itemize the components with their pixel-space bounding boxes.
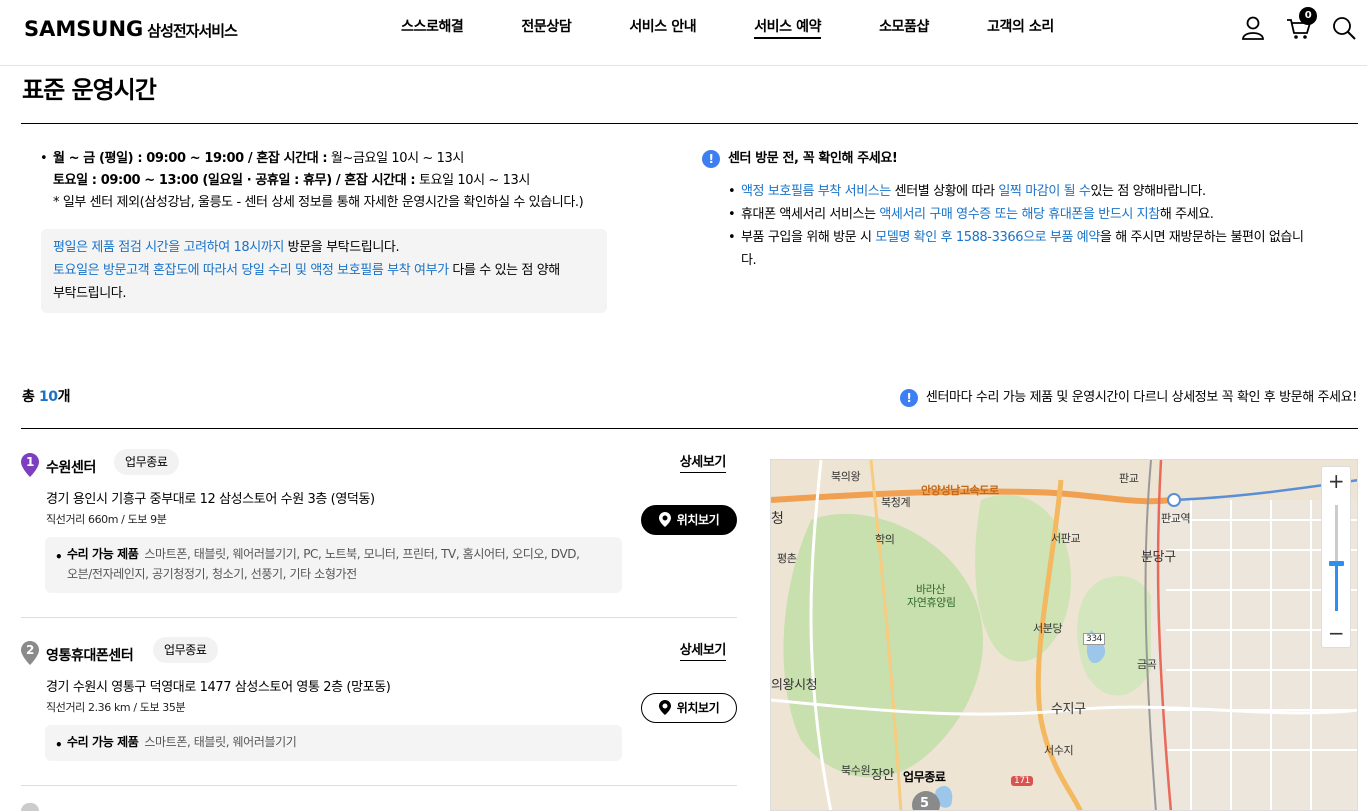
logo-subtitle: 삼성전자서비스 bbox=[147, 22, 238, 40]
visit-notice: !센터 방문 전, 꼭 확인해 주세요! 액정 보호필름 부착 서비스는 센터별… bbox=[702, 148, 1342, 272]
map-label: 서분당 bbox=[1033, 622, 1063, 635]
list-divider bbox=[21, 428, 1358, 429]
map-label: 북수원 bbox=[841, 764, 871, 777]
result-count: 총 10개 bbox=[22, 389, 71, 405]
user-icon[interactable] bbox=[1239, 14, 1267, 42]
nav-item-consult[interactable]: 전문상담 bbox=[492, 17, 600, 39]
center-name[interactable]: 수원센터 bbox=[46, 457, 96, 477]
note-highlight: 토요일은 방문고객 혼잡도에 따라서 당일 수리 및 액정 보호필름 부착 여부… bbox=[53, 263, 449, 278]
zoom-control: + − bbox=[1321, 466, 1351, 648]
hours-saturday: 토요일 : 09:00 ~ 13:00 (일요일 · 공휴일 : 휴무) / 혼… bbox=[53, 173, 530, 188]
hours-note-box: 평일은 제품 점검 시간을 고려하여 18시까지 방문을 부탁드립니다. 토요일… bbox=[41, 229, 607, 313]
center-item-1[interactable]: 1 수원센터 업무종료 상세보기 경기 용인시 기흥구 중부대로 12 삼성스토… bbox=[21, 449, 737, 603]
locate-button[interactable]: 위치보기 bbox=[641, 693, 737, 723]
status-badge: 업무종료 bbox=[153, 637, 218, 663]
location-pin-icon bbox=[658, 700, 671, 715]
row-divider bbox=[21, 785, 737, 786]
notice-title: ! 센터 방문 전, 꼭 확인해 주세요! bbox=[702, 148, 1342, 170]
map-label: 금곡 bbox=[1137, 658, 1157, 671]
map-view[interactable]: 북의왕 북청계 청 학의 평촌 안양성남고속도로 판교 판교역 서판교 분당구 … bbox=[770, 459, 1358, 811]
map-label: 평촌 bbox=[777, 552, 797, 565]
map-label: 171 bbox=[1011, 776, 1033, 786]
hours-weekday: 월 ~ 금 (평일) : 09:00 ~ 19:00 / 혼잡 시간대 : 월~… bbox=[53, 151, 464, 166]
center-address: 경기 용인시 기흥구 중부대로 12 삼성스토어 수원 3층 (영덕동) bbox=[46, 492, 375, 507]
center-item-2[interactable]: 2 영통휴대폰센터 업무종료 상세보기 경기 수원시 영통구 덕영대로 1477… bbox=[21, 637, 737, 771]
nav-item-self-solve[interactable]: 스스로해결 bbox=[372, 17, 492, 39]
zoom-level-fill bbox=[1335, 563, 1338, 611]
bullet: • bbox=[40, 151, 48, 166]
map-label: 334 bbox=[1083, 633, 1105, 645]
zoom-out-button[interactable]: − bbox=[1322, 621, 1350, 645]
map-label: 서수지 bbox=[1044, 744, 1074, 757]
search-icon[interactable] bbox=[1330, 14, 1358, 42]
center-name[interactable]: 영통휴대폰센터 bbox=[46, 645, 134, 665]
zoom-in-button[interactable]: + bbox=[1322, 469, 1350, 493]
map-label: 학의 bbox=[875, 533, 895, 546]
locate-button[interactable]: 위치보기 bbox=[641, 505, 737, 535]
location-pin-icon bbox=[658, 512, 671, 527]
map-pin-icon: 1 bbox=[21, 453, 39, 477]
map-label: 북의왕 bbox=[831, 470, 861, 483]
nav-item-supplies-shop[interactable]: 소모품샵 bbox=[850, 17, 958, 39]
map-label: 서판교 bbox=[1051, 532, 1081, 545]
notice-item: 휴대폰 액세서리 서비스는 액세서리 구매 영수증 또는 해당 휴대폰을 반드시… bbox=[728, 203, 1342, 226]
map-label: 북청계 bbox=[881, 496, 911, 509]
map-label: 청 bbox=[771, 511, 784, 527]
map-marker-status: 업무종료 bbox=[903, 770, 946, 784]
note-text: 다를 수 있는 점 양해 bbox=[448, 263, 560, 278]
map-label: 판교 bbox=[1119, 472, 1139, 485]
hours-exception-note: * 일부 센터 제외(삼성강남, 울릉도 - 센터 상세 정보를 통해 자세한 … bbox=[53, 195, 584, 210]
notice-item: 부품 구입을 위해 방문 시 모델명 확인 후 1588-3366으로 부품 예… bbox=[728, 226, 1308, 272]
result-tip: ! 센터마다 수리 가능 제품 및 운영시간이 다르니 상세정보 꼭 확인 후 방… bbox=[899, 386, 1357, 407]
map-label: 수지구 bbox=[1051, 702, 1086, 717]
notice-item: 액정 보호필름 부착 서비스는 센터별 상황에 따라 일찍 마감이 될 수있는 … bbox=[728, 180, 1342, 203]
main-nav: 스스로해결 전문상담 서비스 안내 서비스 예약 소모품샵 고객의 소리 bbox=[372, 17, 1083, 39]
nav-item-customer-voice[interactable]: 고객의 소리 bbox=[958, 17, 1083, 39]
map-label: 안양성남고속도로 bbox=[921, 484, 999, 497]
nav-item-service-info[interactable]: 서비스 안내 bbox=[600, 17, 725, 39]
map-label: 장안 bbox=[871, 768, 895, 783]
note-highlight: 평일은 제품 점검 시간을 고려하여 18시까지 bbox=[53, 240, 284, 255]
note-text: 방문을 부탁드립니다. bbox=[283, 240, 400, 255]
map-pin-icon: 2 bbox=[21, 641, 39, 665]
info-icon: ! bbox=[702, 149, 720, 168]
cart-count-badge: 0 bbox=[1299, 7, 1317, 25]
detail-link[interactable]: 상세보기 bbox=[679, 454, 726, 473]
zoom-slider-handle[interactable] bbox=[1329, 561, 1344, 567]
map-label: 의왕시청 bbox=[771, 678, 818, 693]
map-marker-number[interactable]: 5 bbox=[920, 796, 929, 810]
center-address: 경기 수원시 영통구 덕영대로 1477 삼성스토어 영통 2층 (망포동) bbox=[46, 680, 391, 695]
note-text: 부탁드립니다. bbox=[53, 286, 127, 301]
map-tiles bbox=[771, 460, 1357, 810]
map-label: 판교역 bbox=[1161, 512, 1191, 525]
operating-hours: • 월 ~ 금 (평일) : 09:00 ~ 19:00 / 혼잡 시간대 : … bbox=[40, 148, 660, 214]
row-divider bbox=[21, 617, 737, 618]
info-icon: ! bbox=[899, 388, 918, 407]
map-label: 분당구 bbox=[1141, 550, 1176, 565]
samsung-logo[interactable]: SAMSUNG 삼성전자서비스 bbox=[24, 17, 238, 41]
title-divider bbox=[21, 123, 1358, 124]
status-badge: 업무종료 bbox=[114, 449, 179, 475]
map-pin-icon bbox=[21, 803, 39, 811]
page-title: 표준 운영시간 bbox=[22, 76, 157, 104]
nav-item-reservation[interactable]: 서비스 예약 bbox=[725, 17, 850, 39]
global-header: SAMSUNG 삼성전자서비스 스스로해결 전문상담 서비스 안내 서비스 예약 … bbox=[0, 0, 1367, 66]
map-label: 자연휴양림 bbox=[907, 596, 956, 609]
repair-products: 수리 가능 제품스마트폰, 태블릿, 웨어러블기기, PC, 노트북, 모니터,… bbox=[45, 537, 622, 593]
repair-products: 수리 가능 제품스마트폰, 태블릿, 웨어러블기기 bbox=[45, 725, 622, 761]
detail-link[interactable]: 상세보기 bbox=[679, 642, 726, 661]
center-distance: 직선거리 660m / 도보 9분 bbox=[46, 513, 167, 526]
center-distance: 직선거리 2.36 km / 도보 35분 bbox=[46, 701, 186, 714]
